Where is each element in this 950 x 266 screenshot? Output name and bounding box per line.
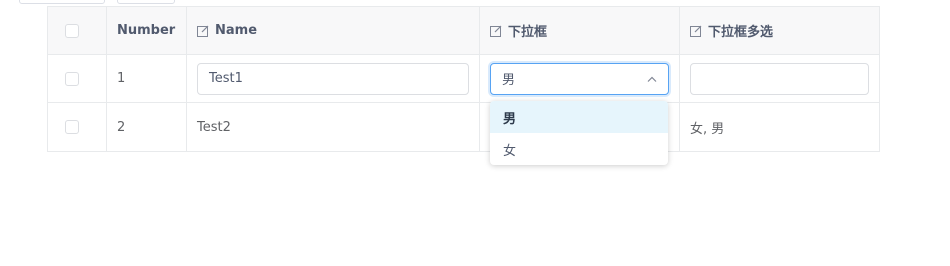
edit-icon bbox=[490, 25, 502, 37]
header-name: Name bbox=[187, 7, 480, 54]
row-checkbox[interactable] bbox=[64, 120, 79, 134]
header-number: Number bbox=[107, 7, 187, 54]
chevron-up-icon bbox=[647, 76, 657, 82]
name-input[interactable]: Test1 bbox=[197, 62, 469, 95]
toolbar-button-1[interactable] bbox=[19, 0, 105, 4]
header-name-label: Name bbox=[215, 23, 258, 38]
toolbar-button-2[interactable] bbox=[117, 0, 175, 4]
edit-icon bbox=[690, 25, 702, 37]
name-input-value: Test1 bbox=[209, 71, 243, 86]
header-select-label: 下拉框 bbox=[508, 25, 548, 40]
multi-select-cell: 女, 男 bbox=[680, 103, 879, 151]
name-cell: Test1 bbox=[187, 55, 480, 102]
header-number-label: Number bbox=[117, 23, 176, 38]
header-multi-select: 下拉框多选 bbox=[680, 7, 879, 54]
header-checkbox-cell bbox=[48, 7, 107, 54]
header-multi-select-label: 下拉框多选 bbox=[708, 25, 774, 40]
row-number: 2 bbox=[117, 119, 126, 135]
gender-select[interactable]: 男 bbox=[490, 62, 669, 95]
gender-select-value: 男 bbox=[502, 73, 516, 88]
select-dropdown: 男 女 bbox=[490, 101, 668, 165]
dropdown-option-female[interactable]: 女 bbox=[490, 133, 668, 165]
multi-select-value: 女, 男 bbox=[690, 121, 725, 137]
number-cell: 1 bbox=[107, 55, 187, 102]
table-row: 1 Test1 男 bbox=[48, 55, 879, 103]
name-value: Test2 bbox=[197, 119, 231, 135]
header-select: 下拉框 bbox=[480, 7, 680, 54]
row-number: 1 bbox=[117, 71, 126, 86]
select-all-checkbox[interactable] bbox=[64, 23, 79, 38]
row-checkbox-cell bbox=[48, 55, 107, 102]
table-row: 2 Test2 女, 男 bbox=[48, 103, 879, 151]
data-table: Number Name 下拉框 下拉框多选 1 Test1 男 2 Test2 … bbox=[47, 6, 880, 152]
multi-select-input[interactable] bbox=[690, 62, 869, 95]
row-checkbox-cell bbox=[48, 103, 107, 151]
multi-select-cell bbox=[680, 55, 879, 102]
name-cell: Test2 bbox=[187, 103, 480, 151]
table-header-row: Number Name 下拉框 下拉框多选 bbox=[48, 7, 879, 55]
edit-icon bbox=[197, 25, 209, 37]
number-cell: 2 bbox=[107, 103, 187, 151]
row-checkbox[interactable] bbox=[64, 71, 79, 86]
select-cell: 男 bbox=[480, 55, 680, 102]
dropdown-option-male[interactable]: 男 bbox=[490, 101, 668, 133]
